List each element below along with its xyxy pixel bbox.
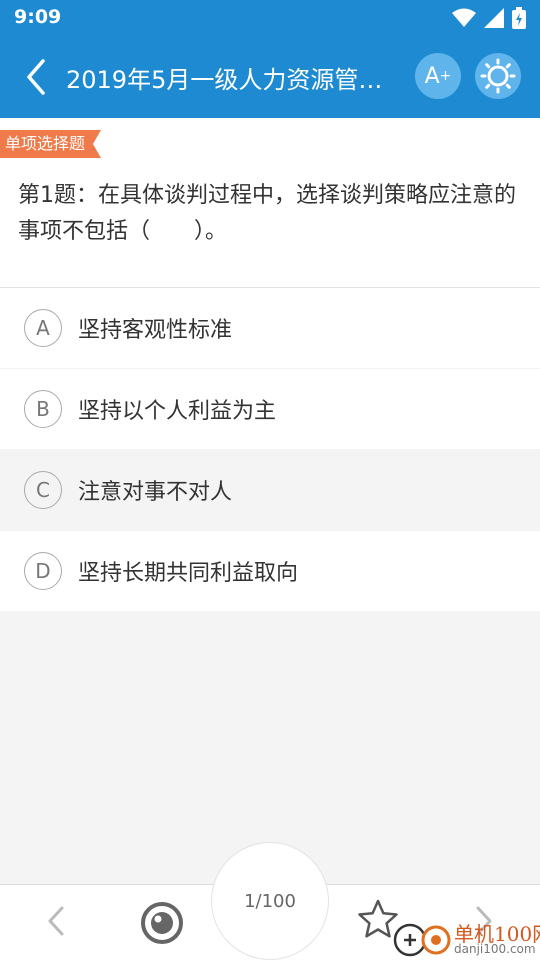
battery-icon (512, 7, 526, 29)
screen: 9:09 2019年5月一级人力资源管理师考试真题 A+ (0, 0, 540, 960)
signal-icon (484, 8, 504, 28)
option-letter: A (24, 309, 62, 347)
app-bar: 2019年5月一级人力资源管理师考试真题 A+ (0, 36, 540, 118)
page-title: 2019年5月一级人力资源管理师考试真题 (66, 66, 406, 94)
page-indicator: 1/100 (244, 891, 296, 912)
font-size-plus: + (439, 68, 452, 84)
question-counter[interactable]: 1/100 (211, 842, 329, 960)
option-letter: C (24, 471, 62, 509)
back-button[interactable] (14, 52, 58, 102)
question-type-tag: 单项选择题 (0, 130, 102, 158)
option-b[interactable]: B 坚持以个人利益为主 (0, 369, 540, 449)
option-letter: D (24, 552, 62, 590)
font-size-label: A (424, 63, 440, 89)
previous-question-button[interactable] (38, 899, 74, 943)
option-text: 注意对事不对人 (78, 480, 233, 505)
option-text: 坚持以个人利益为主 (78, 399, 277, 424)
option-c[interactable]: C 注意对事不对人 (0, 450, 540, 530)
option-letter: B (24, 390, 62, 428)
option-a[interactable]: A 坚持客观性标准 (0, 288, 540, 368)
watermark-logo-icon (393, 923, 451, 957)
font-size-button[interactable]: A + (415, 53, 461, 99)
status-icons (452, 6, 526, 30)
eye-icon (141, 902, 183, 944)
status-time: 9:09 (14, 6, 62, 28)
sun-icon (480, 58, 516, 94)
chevron-left-icon (27, 59, 45, 95)
chevron-left-icon (48, 906, 64, 936)
watermark: 单机100网 danji100.com (392, 916, 540, 960)
option-d[interactable]: D 坚持长期共同利益取向 (0, 531, 540, 611)
option-text: 坚持长期共同利益取向 (78, 561, 299, 586)
wifi-icon (452, 8, 476, 27)
watermark-url: danji100.com (454, 942, 536, 956)
status-bar: 9:09 (0, 0, 540, 36)
option-text: 坚持客观性标准 (78, 318, 233, 343)
brightness-button[interactable] (475, 53, 521, 99)
question-text: 第1题：在具体谈判过程中，选择谈判策略应注意的事项不包括（ ）。 (18, 183, 516, 244)
show-answer-button[interactable] (138, 899, 186, 947)
top-bar: 9:09 2019年5月一级人力资源管理师考试真题 A+ (0, 0, 540, 118)
question-card: 单项选择题 第1题：在具体谈判过程中，选择谈判策略应注意的事项不包括（ ）。 (0, 118, 540, 288)
